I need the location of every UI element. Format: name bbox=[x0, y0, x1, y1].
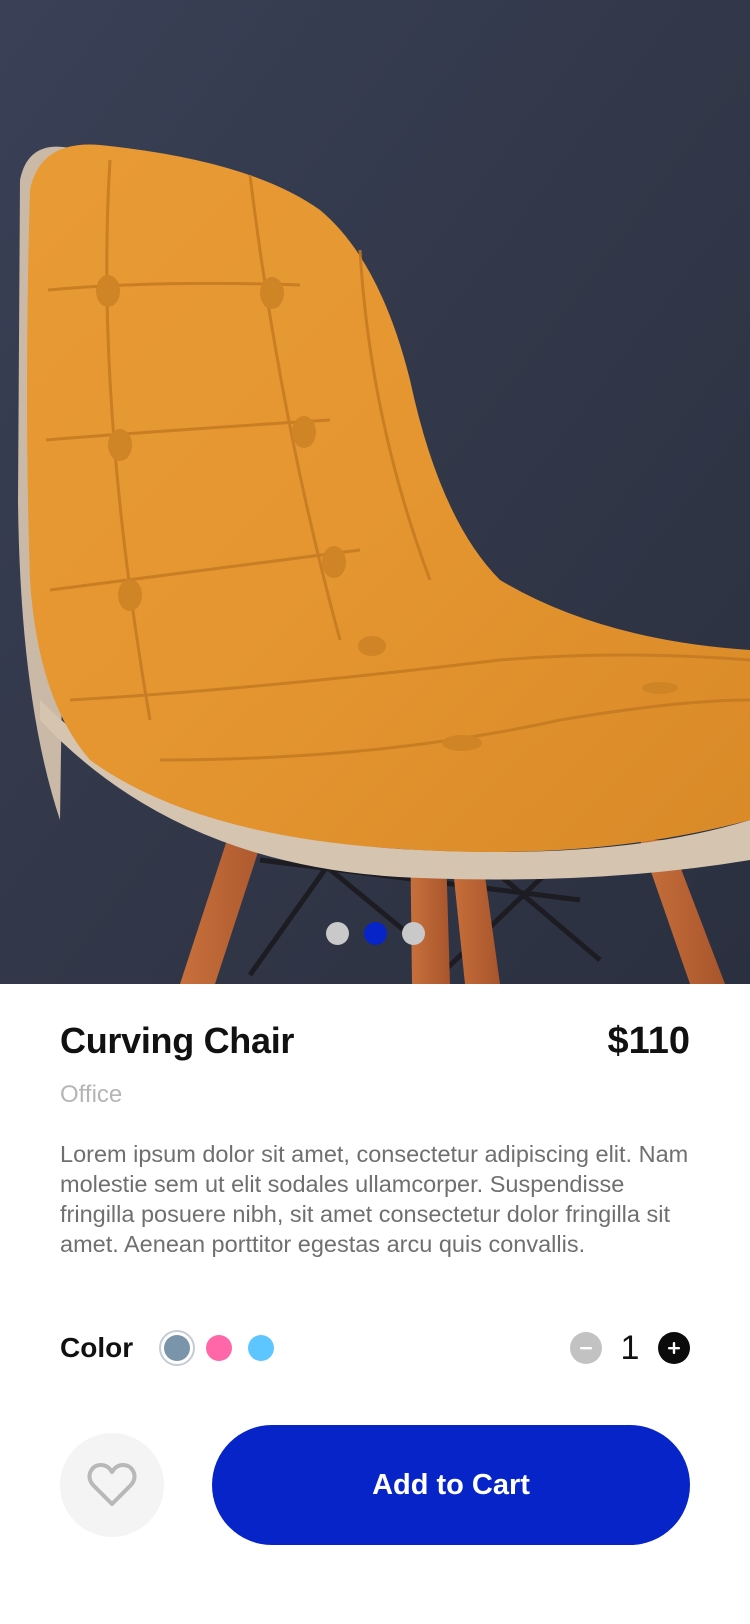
quantity-stepper: 1 bbox=[570, 1329, 690, 1368]
color-swatch-2[interactable] bbox=[201, 1330, 237, 1366]
heart-icon bbox=[87, 1463, 137, 1506]
color-swatch-1[interactable] bbox=[159, 1330, 196, 1366]
increase-quantity-button[interactable] bbox=[658, 1332, 690, 1364]
chair-photo bbox=[0, 0, 750, 984]
product-image-gallery[interactable] bbox=[0, 0, 750, 984]
carousel-dot-2-active[interactable] bbox=[363, 922, 387, 945]
product-details: Curving Chair $110 Office Lorem ipsum do… bbox=[60, 1020, 690, 1259]
plus-icon bbox=[668, 1342, 680, 1354]
actions-row: Add to Cart bbox=[60, 1424, 690, 1546]
minus-icon bbox=[580, 1347, 592, 1350]
product-detail-page: Curving Chair $110 Office Lorem ipsum do… bbox=[0, 0, 750, 1624]
decrease-quantity-button[interactable] bbox=[570, 1332, 602, 1364]
color-swatch-fill bbox=[248, 1335, 275, 1361]
favorite-button[interactable] bbox=[60, 1433, 164, 1537]
color-swatch-fill bbox=[164, 1335, 191, 1361]
color-swatch-3[interactable] bbox=[243, 1330, 279, 1366]
color-swatch-fill bbox=[206, 1335, 233, 1361]
carousel-pagination bbox=[0, 922, 750, 946]
title-row: Curving Chair $110 bbox=[60, 1020, 690, 1063]
options-row: Color 1 bbox=[60, 1328, 690, 1368]
add-to-cart-button[interactable]: Add to Cart bbox=[212, 1425, 690, 1545]
product-category: Office bbox=[60, 1081, 123, 1108]
product-title: Curving Chair bbox=[60, 1020, 295, 1061]
quantity-value: 1 bbox=[620, 1328, 640, 1367]
color-label: Color bbox=[60, 1332, 134, 1363]
carousel-dot-3[interactable] bbox=[401, 922, 425, 945]
product-price: $110 bbox=[607, 1020, 690, 1062]
carousel-dot-1[interactable] bbox=[325, 922, 349, 945]
product-description: Lorem ipsum dolor sit amet, consectetur … bbox=[60, 1141, 689, 1257]
color-selector: Color bbox=[60, 1330, 285, 1366]
